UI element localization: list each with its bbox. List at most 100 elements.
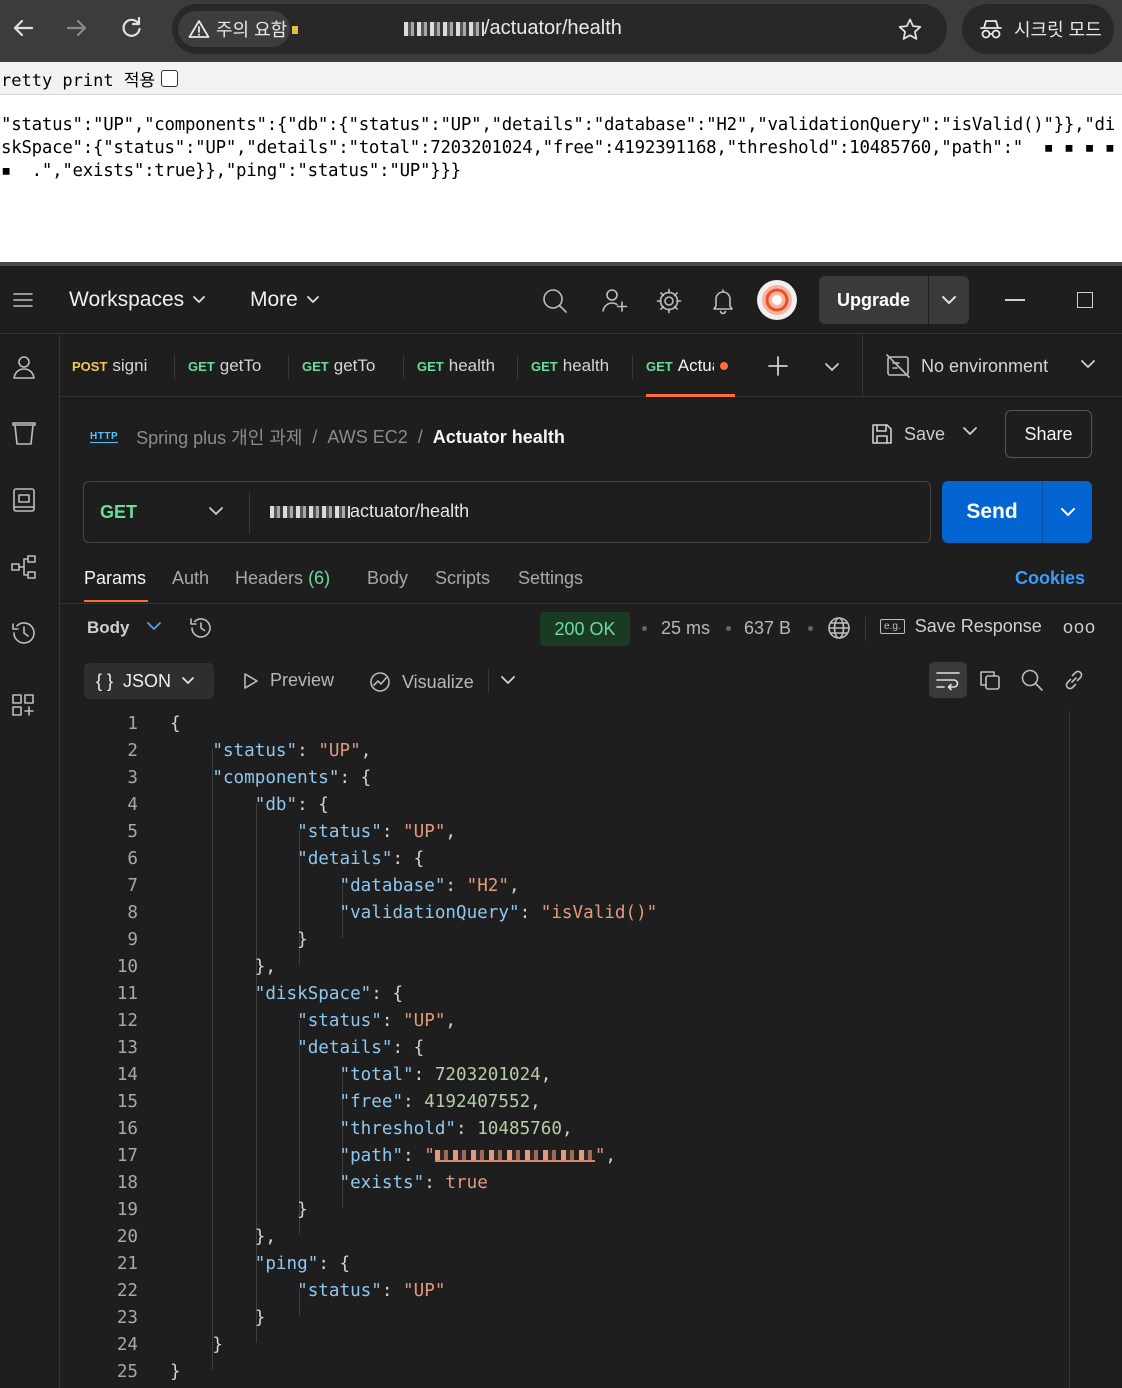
tab-headers[interactable]: Headers (6) — [235, 568, 330, 589]
save-button[interactable]: Save — [870, 414, 945, 454]
save-dropdown-chevron-icon[interactable] — [962, 426, 978, 436]
tab-request-3[interactable]: GET getTo — [302, 335, 397, 397]
response-history-icon[interactable] — [188, 615, 214, 641]
chevron-down-icon — [1081, 360, 1095, 368]
back-icon[interactable] — [8, 13, 38, 43]
chevron-down-icon[interactable] — [146, 621, 162, 631]
forward-icon[interactable] — [62, 13, 92, 43]
line-number: 5 — [127, 822, 138, 842]
visualize-dropdown-chevron-icon[interactable] — [500, 675, 516, 685]
tab-request-5[interactable]: GET health — [531, 335, 611, 397]
breadcrumb-folder[interactable]: AWS EC2 — [327, 427, 407, 448]
cookies-link[interactable]: Cookies — [1015, 568, 1085, 589]
tab-params[interactable]: Params — [84, 568, 146, 589]
upgrade-dropdown[interactable] — [929, 276, 969, 324]
line-number: 1 — [127, 714, 138, 734]
code-text: }, — [170, 1227, 276, 1247]
code-text: "exists": true — [339, 1173, 488, 1193]
visualize-label: Visualize — [402, 671, 474, 692]
tab-request-2[interactable]: GET getTo — [188, 335, 283, 397]
response-size[interactable]: 637 B — [744, 618, 791, 639]
line-number: 23 — [116, 1308, 138, 1328]
method-select[interactable]: GET — [100, 502, 137, 523]
tab-request-active[interactable]: GET Actua — [646, 335, 735, 397]
response-view-toolbar: { } JSON Preview Visualize — [60, 661, 1122, 709]
hamburger-menu-icon[interactable] — [12, 290, 34, 310]
upgrade-button[interactable]: Upgrade — [819, 276, 969, 324]
pretty-print-checkbox[interactable] — [161, 69, 179, 87]
minimize-icon[interactable] — [1005, 299, 1025, 301]
tab-settings[interactable]: Settings — [518, 568, 583, 589]
globe-icon[interactable] — [826, 615, 852, 641]
line-number: 7 — [127, 876, 138, 896]
response-time[interactable]: 25 ms — [661, 618, 710, 639]
line-number: 20 — [116, 1227, 138, 1247]
share-button[interactable]: Share — [1005, 410, 1092, 458]
user-icon[interactable] — [10, 353, 38, 381]
request-tab-bar: POST signi GET getTo GET getTo GET healt… — [60, 335, 1122, 397]
url-input[interactable]: actuator/health — [270, 501, 469, 522]
chevron-down-icon[interactable] — [208, 506, 224, 516]
save-response-button[interactable]: e.g. Save Response — [880, 616, 1042, 637]
tab-separator — [403, 355, 404, 379]
security-warning-chip[interactable]: 주의 요함 — [178, 11, 290, 47]
more-menu[interactable]: More — [250, 288, 320, 312]
format-select[interactable]: { } JSON — [84, 663, 214, 699]
line-number: 3 — [127, 768, 138, 788]
history-icon[interactable] — [10, 619, 38, 647]
new-tab-plus-icon[interactable] — [767, 355, 789, 377]
search-response-icon[interactable] — [1020, 668, 1044, 692]
response-json-viewer[interactable]: 1{ 2 "status": "UP", 3 "components": { 4… — [60, 711, 1070, 1388]
code-text: "diskSpace": { — [254, 984, 404, 1004]
collections-icon[interactable] — [10, 420, 38, 448]
status-badge[interactable]: 200 OK — [540, 612, 630, 646]
visualize-button[interactable]: Visualize — [368, 670, 474, 694]
send-button[interactable]: Send — [942, 481, 1092, 543]
code-text: } — [170, 1200, 308, 1220]
maximize-icon[interactable] — [1077, 292, 1093, 308]
code-text: } — [170, 1335, 223, 1355]
code-text: "status": "UP" — [297, 1281, 446, 1301]
code-text: "total": 7203201024, — [339, 1065, 552, 1085]
copy-icon[interactable] — [978, 668, 1002, 692]
send-dropdown[interactable] — [1043, 481, 1092, 543]
link-icon[interactable] — [1062, 668, 1086, 692]
settings-gear-icon[interactable] — [655, 287, 683, 315]
reload-icon[interactable] — [116, 13, 146, 43]
wrap-lines-icon — [936, 672, 960, 691]
scrollbar[interactable] — [1069, 711, 1070, 1388]
tab-method: POST — [72, 358, 108, 374]
line-number: 8 — [127, 903, 138, 923]
line-number: 19 — [116, 1200, 138, 1220]
bookmark-star-icon[interactable] — [897, 17, 923, 43]
search-icon[interactable] — [541, 287, 569, 315]
environments-icon[interactable] — [10, 486, 38, 514]
add-workbench-icon[interactable] — [10, 692, 38, 720]
pretty-print-bar: retty print 적용 — [0, 62, 1122, 95]
breadcrumb-collection[interactable]: Spring plus 개인 과제 — [136, 424, 302, 450]
preview-button[interactable]: Preview — [240, 670, 334, 691]
tab-body[interactable]: Body — [367, 568, 408, 589]
line-number: 10 — [116, 957, 138, 977]
workspaces-menu[interactable]: Workspaces — [69, 288, 206, 312]
avatar[interactable] — [757, 280, 797, 320]
code-line: 10 }, — [60, 954, 1070, 981]
more-options-icon[interactable]: ooo — [1063, 617, 1096, 638]
tab-auth[interactable]: Auth — [172, 568, 209, 589]
tab-scripts[interactable]: Scripts — [435, 568, 490, 589]
environment-selector[interactable]: No environment — [862, 335, 1122, 397]
incognito-chip[interactable]: 시크릿 모드 — [962, 4, 1114, 54]
invite-user-icon[interactable] — [601, 287, 629, 315]
wrap-lines-button[interactable] — [929, 662, 967, 698]
method-divider — [249, 492, 250, 534]
request-title[interactable]: Actuator health — [433, 427, 565, 448]
notifications-bell-icon[interactable] — [709, 287, 737, 315]
redacted-host — [270, 506, 350, 519]
tab-method: GET — [188, 358, 215, 374]
tabs-overflow-chevron-icon[interactable] — [824, 362, 840, 372]
tab-request-4[interactable]: GET health — [417, 335, 497, 397]
response-body-selector[interactable]: Body — [87, 618, 130, 638]
tab-request-1[interactable]: POST signi — [72, 335, 162, 397]
address-bar[interactable]: 주의 요함 /actuator/health — [172, 4, 947, 54]
flows-icon[interactable] — [10, 553, 38, 581]
